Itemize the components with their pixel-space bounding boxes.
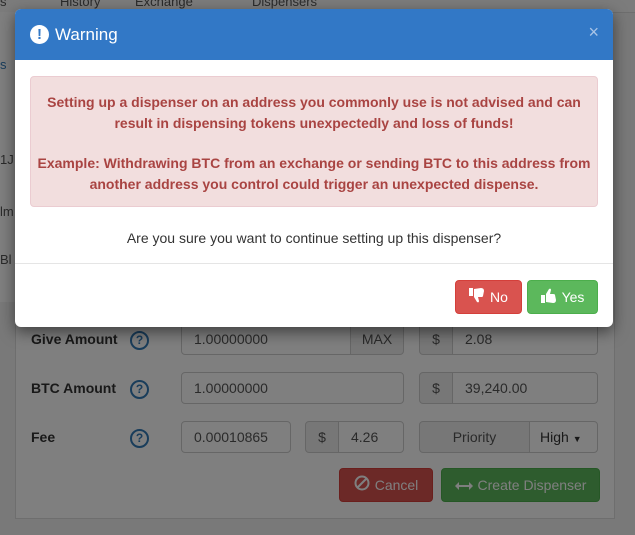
warning-alert: Setting up a dispenser on an address you…: [30, 76, 598, 207]
modal-title: Warning: [55, 25, 118, 44]
yes-label: Yes: [561, 289, 585, 305]
confirm-question: Are you sure you want to continue settin…: [126, 230, 502, 246]
thumbs-up-icon: [540, 282, 557, 314]
alert-example: Example: Withdrawing BTC from an exchang…: [37, 155, 591, 192]
yes-button[interactable]: Yes: [527, 280, 598, 314]
no-label: No: [490, 289, 508, 305]
modal-footer: No Yes: [15, 263, 613, 327]
warning-modal: ! Warning × Setting up a dispenser on an…: [15, 9, 613, 327]
exclamation-circle-icon: !: [30, 25, 49, 44]
modal-header: ! Warning ×: [15, 9, 613, 60]
thumbs-down-icon: [469, 282, 485, 314]
no-button[interactable]: No: [455, 280, 522, 314]
alert-message: Setting up a dispenser on an address you…: [47, 94, 581, 131]
close-icon[interactable]: ×: [588, 22, 599, 42]
